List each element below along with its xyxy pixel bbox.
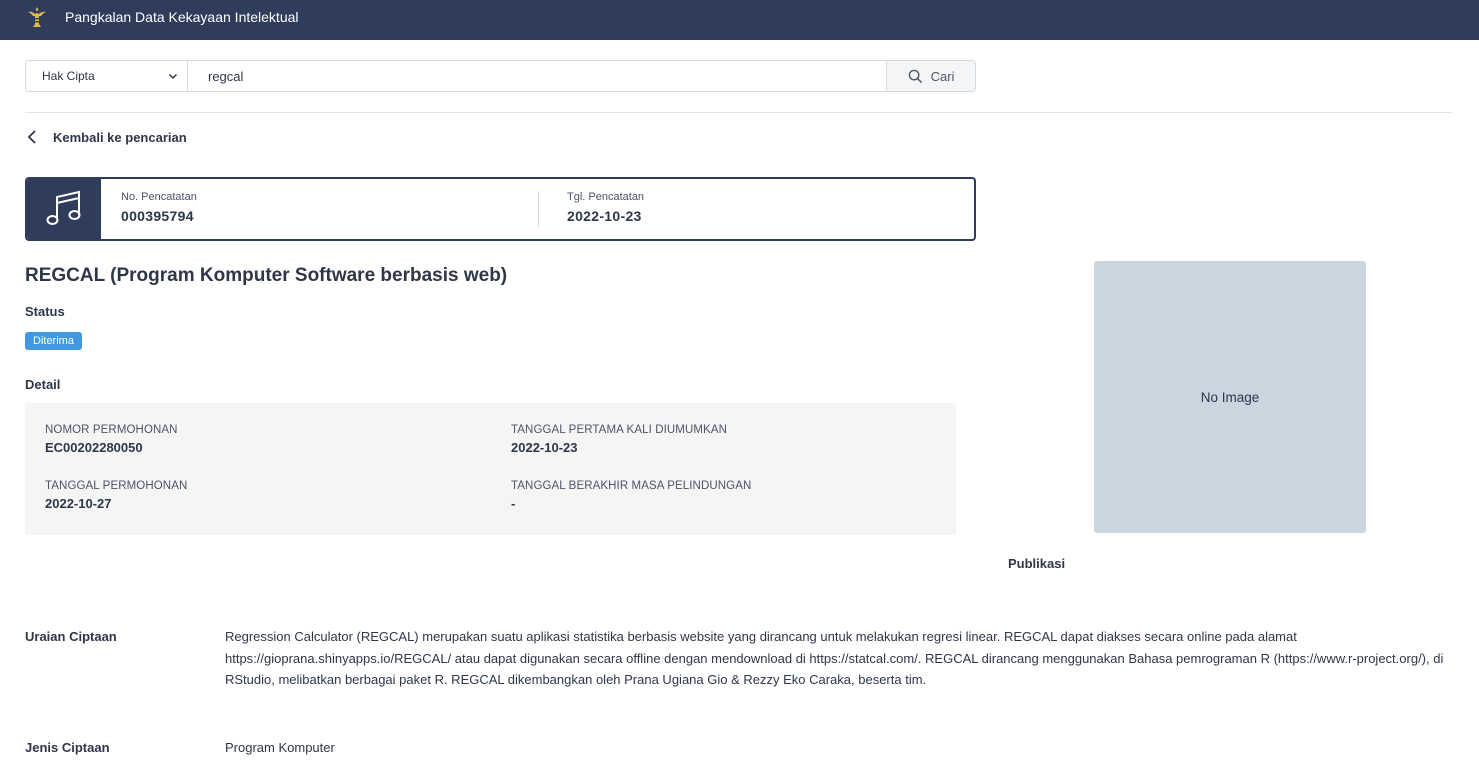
record-number-field: No. Pencatatan 000395794: [121, 191, 197, 224]
page-title: REGCAL (Program Komputer Software berbas…: [25, 265, 508, 286]
top-navbar: Pangkalan Data Kekayaan Intelektual: [0, 0, 1479, 40]
search-input[interactable]: [188, 61, 886, 91]
uraian-ciptaan-label: Uraian Ciptaan: [25, 629, 117, 644]
detail-panel: NOMOR PERMOHONAN EC00202280050 TANGGAL P…: [25, 403, 956, 535]
app-title[interactable]: Pangkalan Data Kekayaan Intelektual: [65, 9, 299, 25]
category-selected-label: Hak Cipta: [42, 69, 95, 83]
back-link-label: Kembali ke pencarian: [53, 129, 187, 145]
detail-tanggal-permohonan: TANGGAL PERMOHONAN 2022-10-27: [45, 480, 187, 511]
search-button[interactable]: Cari: [886, 61, 975, 91]
detail-value: EC00202280050: [45, 440, 143, 455]
search-button-label: Cari: [930, 68, 955, 84]
music-note-icon: [46, 190, 81, 225]
image-placeholder: No Image: [1094, 261, 1366, 533]
detail-nomor-permohonan: NOMOR PERMOHONAN EC00202280050: [45, 424, 178, 455]
category-select[interactable]: Hak Cipta: [26, 61, 188, 91]
detail-tanggal-berakhir: TANGGAL BERAKHIR MASA PELINDUNGAN -: [511, 480, 751, 511]
detail-label: NOMOR PERMOHONAN: [45, 424, 178, 436]
record-date-field: Tgl. Pencatatan 2022-10-23: [567, 191, 644, 224]
no-image-text: No Image: [1200, 389, 1260, 405]
uraian-ciptaan-value: Regression Calculator (REGCAL) merupakan…: [225, 629, 1444, 687]
search-icon: [908, 69, 922, 83]
garuda-logo-icon[interactable]: [25, 5, 49, 29]
record-type-icon-box: [27, 179, 101, 239]
record-date-label: Tgl. Pencatatan: [567, 191, 645, 203]
record-date-value: 2022-10-23: [567, 208, 642, 224]
record-number-value: 000395794: [121, 208, 194, 224]
detail-value: 2022-10-27: [45, 496, 112, 511]
back-to-search-link[interactable]: Kembali ke pencarian: [25, 129, 187, 145]
detail-value: -: [511, 496, 516, 511]
detail-heading: Detail: [25, 377, 61, 392]
status-badge: Diterima: [25, 332, 82, 350]
detail-label: TANGGAL BERAKHIR MASA PELINDUNGAN: [511, 480, 752, 492]
jenis-ciptaan-label: Jenis Ciptaan: [25, 740, 110, 755]
search-bar: Hak Cipta Cari: [25, 60, 976, 92]
detail-tanggal-pertama-diumumkan: TANGGAL PERTAMA KALI DIUMUMKAN 2022-10-2…: [511, 424, 727, 455]
record-separator: [538, 191, 539, 227]
status-heading: Status: [25, 304, 65, 319]
detail-label: TANGGAL PERTAMA KALI DIUMUMKAN: [511, 424, 728, 436]
record-number-label: No. Pencatatan: [121, 191, 197, 203]
detail-value: 2022-10-23: [511, 440, 578, 455]
section-divider: [25, 112, 1452, 113]
chevron-left-icon: [27, 130, 36, 144]
publikasi-heading: Publikasi: [1008, 556, 1066, 571]
detail-label: TANGGAL PERMOHONAN: [45, 480, 188, 492]
jenis-ciptaan-value: Program Komputer: [225, 740, 335, 755]
chevron-down-icon: [168, 73, 178, 80]
record-card: No. Pencatatan 000395794 Tgl. Pencatatan…: [25, 177, 976, 241]
